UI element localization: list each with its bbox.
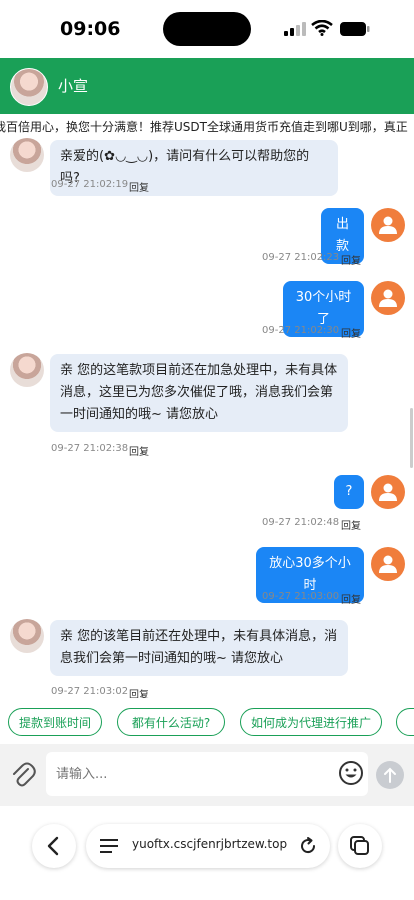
bot-avatar (10, 353, 44, 387)
wifi-icon (311, 20, 333, 36)
user-icon (379, 555, 397, 573)
quick-reply-chip[interactable]: 都有什么活动? (117, 708, 225, 736)
back-button[interactable] (32, 824, 76, 868)
reply-button[interactable]: 回复 (341, 517, 361, 532)
browser-toolbar: yuoftx.cscjfenrjbrtzew.top (0, 806, 414, 900)
user-icon (379, 289, 397, 307)
quick-replies: 提款到账时间 都有什么活动? 如何成为代理进行推广 (0, 700, 414, 744)
notice-text: 我百倍用心，换您十分满意！推荐USDT全球通用货币充值走到哪U到哪，真正 (0, 120, 408, 134)
paperclip-icon[interactable] (10, 760, 36, 788)
quick-reply-chip[interactable]: 如何成为代理进行推广 (240, 708, 382, 736)
message-time: 09-27 21:02:38 (51, 443, 129, 454)
emoji-icon[interactable] (338, 760, 364, 786)
message-bubble: 亲 您的该笔目前还在处理中，未有具体消息，消息我们会第一时间通知的哦~ 请您放心 (50, 620, 348, 676)
user-avatar (371, 547, 405, 581)
message-time: 09-27 21:02:19 (51, 179, 129, 190)
composer (0, 744, 414, 806)
message-time: 09-27 21:03:00 (262, 591, 340, 602)
user-icon (379, 216, 397, 234)
user-icon (379, 483, 397, 501)
status-bar: 09:06 (0, 0, 414, 58)
quick-reply-chip-partial[interactable] (396, 708, 414, 736)
reply-button[interactable]: 回复 (341, 591, 361, 606)
reply-button[interactable]: 回复 (129, 443, 149, 458)
send-icon (384, 767, 396, 783)
message-time: 09-27 21:02:23 (262, 252, 340, 263)
status-time: 09:06 (60, 18, 121, 40)
back-icon (47, 836, 59, 856)
send-button[interactable] (376, 761, 404, 789)
scrollbar-thumb[interactable] (410, 408, 413, 468)
message-time: 09-27 21:02:48 (262, 517, 340, 528)
agent-avatar[interactable] (10, 68, 48, 106)
message-time: 09-27 21:02:30 (262, 325, 340, 336)
reply-button[interactable]: 回复 (129, 686, 149, 698)
signal-icon (284, 22, 306, 36)
bot-avatar (10, 138, 44, 172)
quick-reply-chip[interactable]: 提款到账时间 (8, 708, 102, 736)
message-bubble: 亲 您的这笔款项目前还在加急处理中，未有具体消息，这里已为您多次催促了哦，消息我… (50, 354, 348, 432)
message-time: 09-27 21:03:02 (51, 686, 129, 697)
message-bubble: ? (334, 475, 364, 509)
notice-marquee: 我百倍用心，换您十分满意！推荐USDT全球通用货币充值走到哪U到哪，真正 (0, 116, 414, 138)
url-text[interactable]: yuoftx.cscjfenrjbrtzew.top (132, 837, 287, 851)
reply-button[interactable]: 回复 (341, 325, 361, 340)
menu-icon[interactable] (100, 839, 118, 853)
agent-name: 小宣 (58, 77, 89, 95)
tabs-button[interactable] (338, 824, 382, 868)
user-avatar (371, 281, 405, 315)
reply-button[interactable]: 回复 (129, 179, 149, 194)
reply-button[interactable]: 回复 (341, 252, 361, 267)
tabs-icon (350, 836, 369, 855)
battery-icon (340, 22, 370, 36)
reload-icon[interactable] (298, 836, 318, 856)
user-avatar (371, 475, 405, 509)
message-list[interactable]: 亲爱的(✿◡‿◡)，请问有什么可以帮助您的吗? 09-27 21:02:19 回… (0, 138, 414, 698)
message-input[interactable] (46, 752, 368, 796)
user-avatar (371, 208, 405, 242)
dynamic-island (163, 12, 251, 46)
chat-header: 小宣 (0, 58, 414, 114)
bot-avatar (10, 619, 44, 653)
address-bar[interactable]: yuoftx.cscjfenrjbrtzew.top (86, 824, 330, 868)
